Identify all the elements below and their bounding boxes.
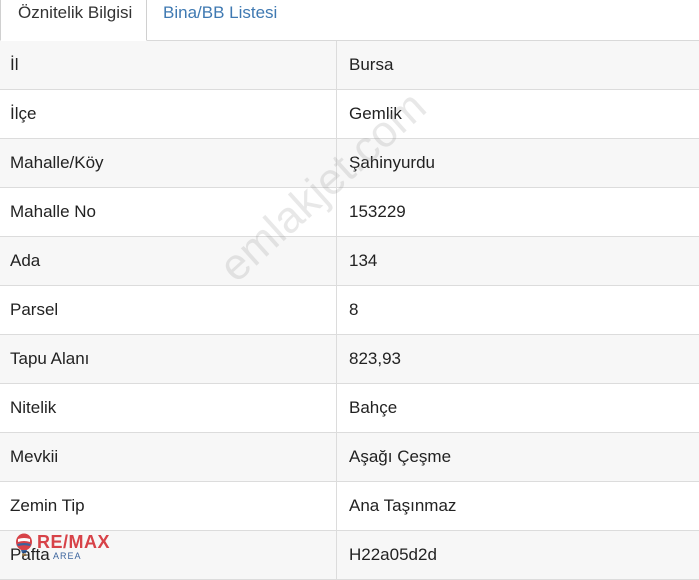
table-row: Pafta H22a05d2d: [0, 531, 699, 580]
row-value: Bursa: [349, 55, 394, 74]
table-row: Mahalle/Köy Şahinyurdu: [0, 139, 699, 188]
tab-label: Öznitelik Bilgisi: [18, 3, 133, 22]
table-row: Tapu Alanı 823,93: [0, 335, 699, 384]
table-row: İlçe Gemlik: [0, 90, 699, 139]
row-label: Mahalle/Köy: [0, 139, 337, 187]
row-label: Zemin Tip: [0, 482, 337, 530]
table-row: Zemin Tip Ana Taşınmaz: [0, 482, 699, 531]
table-row: İl Bursa: [0, 41, 699, 90]
row-label: İlçe: [0, 90, 337, 138]
table-row: Nitelik Bahçe: [0, 384, 699, 433]
tab-bar: Öznitelik Bilgisi Bina/BB Listesi: [0, 0, 699, 41]
tab-label: Bina/BB Listesi: [163, 3, 278, 22]
tab-oznitelik-bilgisi[interactable]: Öznitelik Bilgisi: [0, 0, 147, 41]
row-value: Ana Taşınmaz: [349, 496, 457, 515]
row-label: Mevkii: [0, 433, 337, 481]
row-label: Nitelik: [0, 384, 337, 432]
table-row: Ada 134: [0, 237, 699, 286]
row-label: Parsel: [0, 286, 337, 334]
row-label: Tapu Alanı: [0, 335, 337, 383]
row-value: Gemlik: [349, 104, 402, 123]
row-value: Şahinyurdu: [349, 153, 436, 172]
attribute-table: İl Bursa İlçe Gemlik Mahalle/Köy Şahinyu…: [0, 41, 699, 580]
page: Öznitelik Bilgisi Bina/BB Listesi İl Bur…: [0, 0, 699, 580]
table-row: Mevkii Aşağı Çeşme: [0, 433, 699, 482]
row-label: İl: [0, 41, 337, 89]
row-label: Pafta: [0, 531, 337, 579]
row-label: Mahalle No: [0, 188, 337, 236]
row-value: 8: [349, 300, 359, 319]
tab-bina-bb-listesi[interactable]: Bina/BB Listesi: [147, 0, 307, 40]
row-value: H22a05d2d: [349, 545, 437, 564]
row-value: 823,93: [349, 349, 401, 368]
row-value: 153229: [349, 202, 406, 221]
row-label: Ada: [0, 237, 337, 285]
table-row: Parsel 8: [0, 286, 699, 335]
row-value: Aşağı Çeşme: [349, 447, 452, 466]
row-value: 134: [349, 251, 378, 270]
table-row: Mahalle No 153229: [0, 188, 699, 237]
row-value: Bahçe: [349, 398, 398, 417]
